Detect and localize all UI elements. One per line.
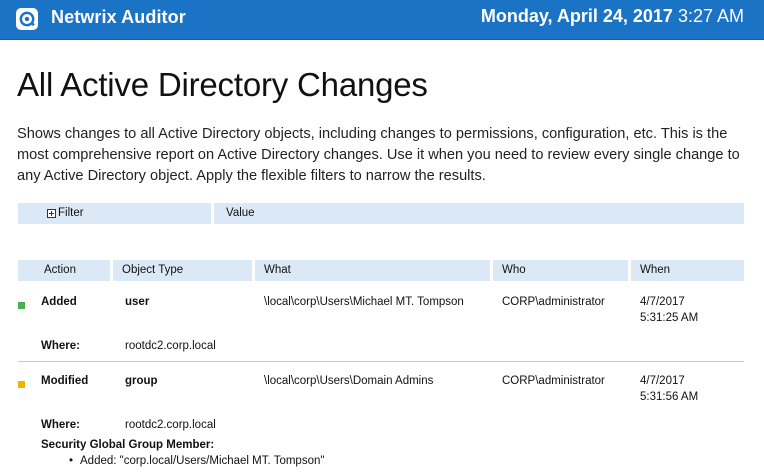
column-header-object-type: Object Type — [113, 260, 252, 281]
row-divider — [18, 361, 744, 362]
report-date: Monday, April 24, 2017 — [480, 6, 673, 26]
added-status-marker — [18, 302, 25, 309]
column-header-who: Who — [493, 260, 628, 281]
row-when-date: 4/7/2017 — [640, 375, 685, 387]
column-header-when: When — [631, 260, 744, 281]
row-object-type: user — [125, 296, 150, 308]
report-description: Shows changes to all Active Directory ob… — [17, 126, 740, 184]
row-who: CORP\administrator — [502, 375, 605, 387]
column-header-action: Action — [18, 260, 110, 281]
where-label: Where: — [41, 340, 80, 352]
row-where: rootdc2.corp.local — [125, 340, 216, 352]
column-header-what: What — [255, 260, 490, 281]
row-where: rootdc2.corp.local — [125, 419, 216, 431]
page-title: All Active Directory Changes — [17, 66, 428, 103]
row-object-type: group — [125, 375, 158, 387]
row-who: CORP\administrator — [502, 296, 605, 308]
where-label: Where: — [41, 419, 80, 431]
brand-name: Netwrix Auditor — [51, 7, 186, 27]
netwrix-logo-icon — [16, 8, 38, 30]
row-when-time: 5:31:56 AM — [640, 391, 699, 403]
row-what: \local\corp\Users\Domain Admins — [264, 375, 434, 387]
row-action: Added — [41, 296, 77, 308]
row-when-date: 4/7/2017 — [640, 296, 685, 308]
row-action: Modified — [41, 375, 89, 387]
row-when-time: 5:31:25 AM — [640, 312, 699, 324]
detail-title: Security Global Group Member: — [41, 439, 215, 451]
report-time: 3:27 AM — [677, 6, 744, 26]
filter-label[interactable]: Filter — [58, 203, 84, 224]
bullet-icon: • — [69, 455, 74, 467]
filter-column-header: Filter — [18, 203, 211, 224]
report-datetime: Monday, April 24, 2017 3:27 AM — [481, 6, 744, 27]
expand-plus-icon[interactable] — [47, 209, 56, 218]
filter-table: Filter Value — [18, 203, 744, 224]
detail-item: Added: "corp.local/Users/Michael MT. Tom… — [80, 455, 325, 467]
value-column-header: Value — [214, 203, 744, 224]
modified-status-marker — [18, 381, 25, 388]
row-what: \local\corp\Users\Michael MT. Tompson — [264, 296, 464, 308]
header-bar: Netwrix Auditor Monday, April 24, 2017 3:… — [0, 0, 764, 40]
